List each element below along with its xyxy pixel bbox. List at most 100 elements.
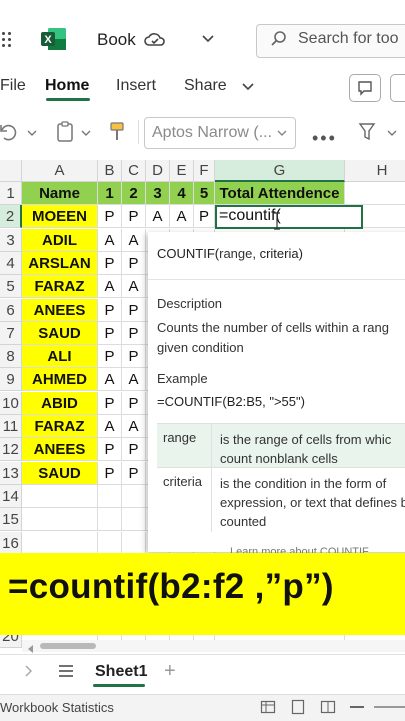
table-cell[interactable]: P: [98, 391, 122, 415]
zoom-slider[interactable]: [374, 706, 405, 708]
table-cell[interactable]: [122, 531, 146, 555]
table-cell[interactable]: Name: [22, 182, 98, 205]
row-header[interactable]: 16: [0, 531, 22, 555]
row-header[interactable]: 11: [0, 415, 22, 438]
app-launcher-icon[interactable]: [0, 30, 14, 48]
table-cell[interactable]: P: [98, 205, 122, 229]
table-cell[interactable]: P: [122, 298, 146, 322]
search-input[interactable]: Search for too: [298, 30, 399, 48]
table-cell[interactable]: P: [98, 345, 122, 369]
column-header[interactable]: C: [122, 160, 146, 182]
paste-icon[interactable]: [55, 121, 75, 143]
table-cell[interactable]: FARAZ: [22, 415, 98, 438]
table-cell[interactable]: FARAZ: [22, 275, 98, 299]
table-cell[interactable]: P: [122, 251, 146, 275]
row-header[interactable]: 10: [0, 391, 22, 415]
table-cell[interactable]: P: [122, 205, 146, 229]
table-cell[interactable]: A: [122, 275, 146, 299]
table-cell[interactable]: P: [122, 438, 146, 462]
row-header[interactable]: 13: [0, 461, 22, 485]
table-cell[interactable]: P: [194, 205, 215, 229]
table-cell[interactable]: ADIL: [22, 228, 98, 252]
sheet-nav-right-icon[interactable]: [24, 664, 34, 678]
table-cell[interactable]: SAUD: [22, 321, 98, 345]
row-header[interactable]: 1: [0, 182, 22, 205]
table-cell[interactable]: P: [98, 321, 122, 345]
row-header[interactable]: 5: [0, 275, 22, 299]
table-cell[interactable]: Total Attendence: [215, 182, 345, 205]
row-header[interactable]: 7: [0, 321, 22, 345]
table-cell[interactable]: [345, 182, 405, 205]
page-layout-icon[interactable]: [290, 699, 306, 715]
page-break-icon[interactable]: [320, 699, 336, 715]
table-cell[interactable]: AHMED: [22, 368, 98, 392]
row-header[interactable]: 2: [0, 205, 22, 229]
table-cell[interactable]: MOEEN: [22, 205, 98, 229]
table-cell[interactable]: P: [122, 391, 146, 415]
table-cell[interactable]: [22, 531, 98, 555]
row-header[interactable]: 12: [0, 438, 22, 462]
comments-button[interactable]: [349, 74, 381, 102]
table-cell[interactable]: ALI: [22, 345, 98, 369]
column-header[interactable]: G: [215, 160, 345, 182]
format-painter-icon[interactable]: [108, 121, 126, 143]
row-header[interactable]: 8: [0, 345, 22, 369]
table-cell[interactable]: [98, 531, 122, 555]
table-cell[interactable]: ABID: [22, 391, 98, 415]
table-cell[interactable]: A: [146, 205, 170, 229]
scroll-left-icon[interactable]: [26, 641, 36, 653]
workbook-statistics[interactable]: Workbook Statistics: [0, 700, 114, 715]
row-header[interactable]: 9: [0, 368, 22, 392]
paste-chevron-icon[interactable]: [80, 126, 92, 138]
table-cell[interactable]: 1: [98, 182, 122, 205]
table-cell[interactable]: A: [170, 205, 194, 229]
column-header[interactable]: H: [345, 160, 405, 182]
sort-chevron-icon[interactable]: [386, 126, 398, 138]
column-header[interactable]: E: [170, 160, 194, 182]
table-cell[interactable]: [122, 484, 146, 508]
table-cell[interactable]: A: [98, 368, 122, 392]
table-cell[interactable]: A: [98, 415, 122, 438]
table-cell[interactable]: A: [98, 228, 122, 252]
ribbon-chevron-icon[interactable]: [240, 78, 256, 94]
table-cell[interactable]: P: [98, 461, 122, 485]
font-chevron-icon[interactable]: [276, 126, 288, 138]
table-cell[interactable]: 4: [170, 182, 194, 205]
table-cell[interactable]: 5: [194, 182, 215, 205]
horizontal-scroll-thumb[interactable]: [40, 643, 96, 649]
table-cell[interactable]: A: [122, 368, 146, 392]
tab-insert[interactable]: Insert: [116, 77, 156, 95]
row-header[interactable]: 3: [0, 228, 22, 252]
table-cell[interactable]: [22, 508, 98, 532]
row-header[interactable]: 14: [0, 484, 22, 508]
column-header[interactable]: A: [22, 160, 98, 182]
table-cell[interactable]: [22, 484, 98, 508]
table-cell[interactable]: A: [98, 275, 122, 299]
table-cell[interactable]: A: [122, 228, 146, 252]
table-cell[interactable]: 3: [146, 182, 170, 205]
table-cell[interactable]: P: [98, 298, 122, 322]
table-cell[interactable]: P: [122, 461, 146, 485]
more-options-icon[interactable]: •••: [312, 128, 337, 149]
table-cell[interactable]: [122, 508, 146, 532]
table-cell[interactable]: P: [122, 345, 146, 369]
column-header[interactable]: B: [98, 160, 122, 182]
row-header[interactable]: 15: [0, 508, 22, 532]
table-cell[interactable]: ANEES: [22, 438, 98, 462]
workbook-title[interactable]: Book: [97, 30, 136, 50]
row-header[interactable]: 4: [0, 251, 22, 275]
add-sheet-button[interactable]: +: [164, 660, 176, 683]
tab-home[interactable]: Home: [45, 77, 89, 95]
undo-icon[interactable]: [0, 122, 20, 142]
table-cell[interactable]: 2: [122, 182, 146, 205]
editing-mode-button[interactable]: [390, 74, 405, 102]
table-cell[interactable]: ANEES: [22, 298, 98, 322]
all-sheets-menu-icon[interactable]: [58, 664, 74, 678]
table-cell[interactable]: A: [122, 415, 146, 438]
row-header[interactable]: 6: [0, 298, 22, 322]
column-header[interactable]: F: [194, 160, 215, 182]
table-cell[interactable]: P: [122, 321, 146, 345]
chevron-down-icon[interactable]: [200, 30, 216, 46]
table-cell[interactable]: P: [98, 438, 122, 462]
table-cell[interactable]: SAUD: [22, 461, 98, 485]
